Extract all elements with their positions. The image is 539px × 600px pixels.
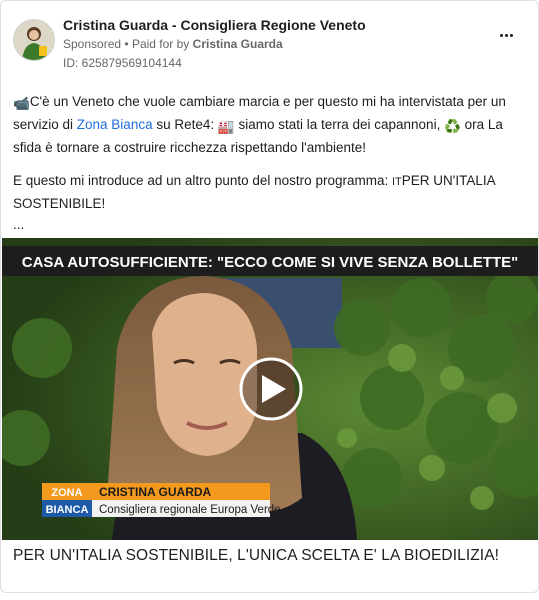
play-icon[interactable] <box>239 357 303 421</box>
italy-flag-icon: IT <box>391 176 402 188</box>
paragraph-1: 📹C'è un Veneto che vuole cambiare marcia… <box>13 94 506 155</box>
factory-icon: 🏭 <box>217 119 235 134</box>
avatar[interactable] <box>13 19 55 61</box>
zona-logo-line2: BIANCA <box>46 504 89 516</box>
more-options-icon[interactable] <box>492 25 520 45</box>
post-text: 📹C'è un Veneto che vuole cambiare marcia… <box>13 91 525 235</box>
post-header: Cristina Guarda - Consigliera Regione Ve… <box>13 15 526 75</box>
paragraph-2: E questo mi introduce ad un altro punto … <box>13 173 495 211</box>
lower-third-name: CRISTINA GUARDA <box>99 485 212 499</box>
video-caption[interactable]: PER UN'ITALIA SOSTENIBILE, L'UNICA SCELT… <box>13 547 528 565</box>
camera-icon: 📹 <box>13 96 30 111</box>
page-name[interactable]: Cristina Guarda - Consigliera Regione Ve… <box>63 17 366 33</box>
sponsored-meta: Sponsored • Paid for by Cristina Guarda <box>63 37 283 51</box>
video-player[interactable]: CASA AUTOSUFFICIENTE: "ECCO COME SI VIVE… <box>2 238 538 540</box>
zona-bianca-link[interactable]: Zona Bianca <box>77 117 153 132</box>
see-more-ellipsis[interactable]: ... <box>13 214 525 235</box>
sponsored-label: Sponsored <box>63 37 122 51</box>
ad-id: ID: 625879569104144 <box>63 56 182 70</box>
video-banner-text: CASA AUTOSUFFICIENTE: "ECCO COME SI VIVE… <box>22 254 518 271</box>
zona-logo-line1: ZONA <box>51 487 82 499</box>
payer-name[interactable]: Cristina Guarda <box>193 37 283 51</box>
recycle-icon: ♻️ <box>444 119 461 134</box>
separator-dot: • <box>124 37 129 51</box>
lower-third: ZONA BIANCA CRISTINA GUARDA Consigliera … <box>42 483 281 517</box>
paid-for-by-label: Paid for by <box>131 37 190 51</box>
lower-third-role: Consigliera regionale Europa Verde <box>99 504 281 516</box>
ad-card: Cristina Guarda - Consigliera Regione Ve… <box>0 0 539 593</box>
